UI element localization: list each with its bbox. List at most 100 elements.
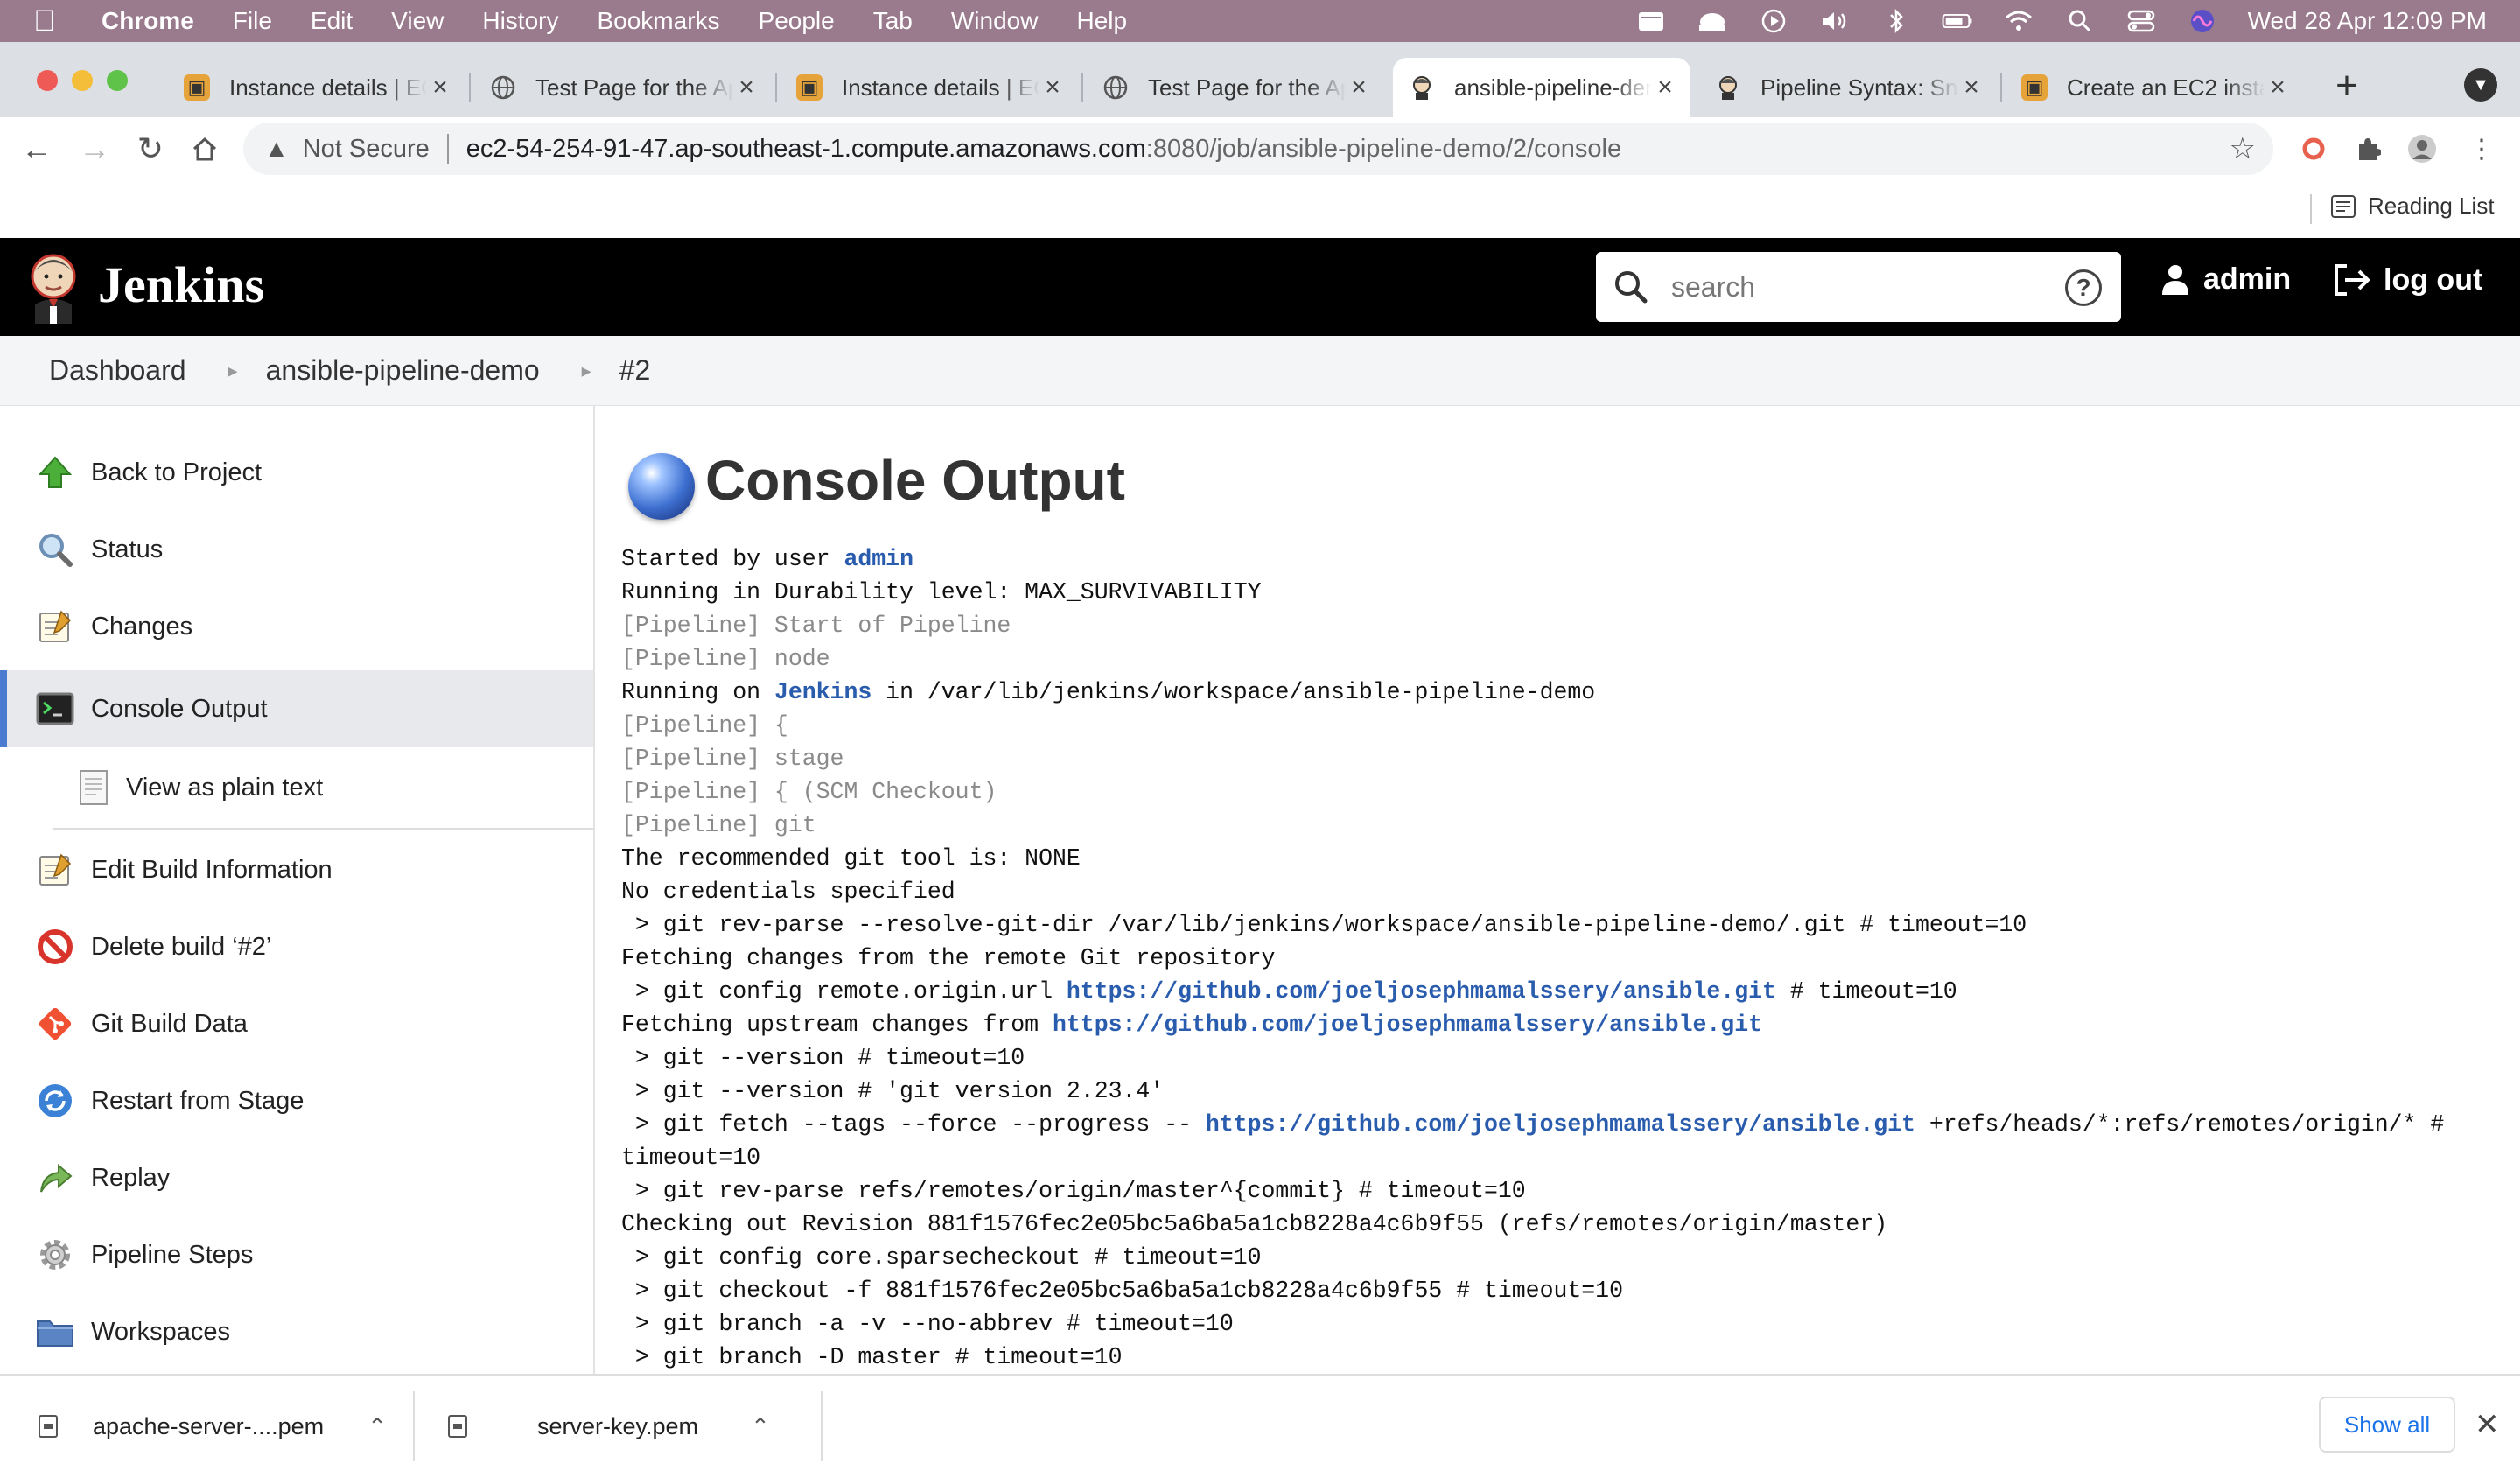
sidebar-item-delete-build[interactable]: Delete build ‘#2’ [0,908,593,985]
sidebar-item-changes[interactable]: Changes [0,588,593,665]
forward-arrow-icon[interactable]: → [75,130,114,168]
console-link[interactable]: Jenkins [774,679,872,705]
tab-ansible-pipeline-demo[interactable]: ansible-pipeline-demo × [1393,58,1690,117]
bookmarks-bar: Reading List [0,180,2520,238]
url-path[interactable]: :8080/job/ansible-pipeline-demo/2/consol… [1146,135,1621,164]
volume-icon[interactable] [1819,9,1851,33]
reload-icon[interactable]: ↻ [131,130,170,168]
close-window-button[interactable] [37,70,58,91]
breadcrumb-job[interactable]: ansible-pipeline-demo [266,354,540,387]
wifi-icon[interactable] [2003,9,2034,33]
spotlight-search-icon[interactable] [2064,9,2096,33]
menu-edit[interactable]: Edit [311,7,353,35]
control-center-icon[interactable] [2125,9,2157,33]
reading-list-button[interactable]: Reading List [2331,192,2495,220]
divider [821,1391,822,1461]
console-link[interactable]: admin [844,546,914,572]
app-menu[interactable]: Chrome [102,7,194,35]
calendar-icon[interactable] [1635,9,1667,33]
menu-people[interactable]: People [759,7,835,35]
no-entry-icon [35,927,75,967]
address-bar[interactable]: ▲ Not Secure ec2-54-254-91-47.ap-southea… [243,122,2273,175]
back-arrow-icon[interactable]: ← [18,130,56,168]
minimize-window-button[interactable] [72,70,93,91]
warning-triangle-icon[interactable]: ▲ [264,135,289,163]
chevron-right-icon[interactable]: ▸ [582,360,592,382]
close-tab-icon[interactable]: × [1652,73,1678,102]
cloud-icon[interactable] [1697,9,1728,33]
tab-instance-details-1[interactable]: ▣ Instance details | EC2 × [168,58,466,117]
chrome-menu-icon[interactable]: ⋮ [2462,130,2501,168]
menu-tab[interactable]: Tab [873,7,913,35]
tab-pipeline-syntax[interactable]: Pipeline Syntax: Snippet × [1699,58,1997,117]
console-link[interactable]: https://github.com/joeljosephmamalssery/… [1053,1012,1762,1038]
chevron-up-icon[interactable]: ⌃ [368,1413,387,1440]
help-icon[interactable]: ? [2065,270,2102,306]
extension-ring-icon[interactable] [2294,130,2333,168]
extensions-puzzle-icon[interactable] [2348,130,2387,168]
console-line: > git branch -D master # timeout=10 [621,1340,2494,1374]
console-line: [Pipeline] git [621,808,2494,842]
close-tab-icon[interactable]: × [1958,73,1984,102]
build-status-ball-icon [628,453,695,520]
chevron-up-icon[interactable]: ⌃ [751,1413,770,1440]
close-tab-icon[interactable]: × [1040,73,1066,102]
breadcrumb-build[interactable]: #2 [620,354,651,387]
logout-link[interactable]: log out [2333,262,2482,298]
search-input[interactable] [1670,261,2037,313]
profile-avatar-icon[interactable] [2403,130,2441,168]
show-all-downloads-button[interactable]: Show all [2319,1396,2455,1452]
download-item[interactable]: apache-server-....pem ⌃ [38,1376,387,1477]
sidebar-item-edit-build-info[interactable]: Edit Build Information [0,831,593,908]
sidebar-item-status[interactable]: Status [0,511,593,588]
bookmark-star-icon[interactable]: ☆ [2230,131,2256,166]
tab-apache-test-page-1[interactable]: Test Page for the Apache × [474,58,772,117]
close-tab-icon[interactable]: × [733,73,760,102]
new-tab-button[interactable]: + [2328,66,2366,105]
breadcrumb-dashboard[interactable]: Dashboard [49,354,186,387]
apple-menu-icon[interactable]:  [33,4,63,38]
menu-file[interactable]: File [233,7,272,35]
sidebar-item-pipeline-steps[interactable]: Pipeline Steps [0,1216,593,1293]
security-status[interactable]: Not Secure [303,135,430,164]
jenkins-logo-icon[interactable] [26,250,80,324]
play-circle-icon[interactable] [1758,9,1789,33]
home-icon[interactable] [186,130,224,168]
tab-create-ec2-instance[interactable]: ▣ Create an EC2 instance × [2006,58,2303,117]
console-text: > git branch -D master # timeout=10 [621,1344,1123,1370]
url-host[interactable]: ec2-54-254-91-47.ap-southeast-1.compute.… [466,135,1146,164]
sidebar-item-console-output[interactable]: Console Output [0,670,593,747]
tab-instance-details-2[interactable]: ▣ Instance details | EC2 × [780,58,1078,117]
jenkins-title[interactable]: Jenkins [98,256,264,314]
menu-bookmarks[interactable]: Bookmarks [597,7,719,35]
menu-history[interactable]: History [482,7,558,35]
tab-apache-test-page-2[interactable]: Test Page for the Apache × [1087,58,1384,117]
menu-view[interactable]: View [391,7,444,35]
menu-help[interactable]: Help [1076,7,1127,35]
console-text: The recommended git tool is: NONE [621,845,1081,872]
close-tab-icon[interactable]: × [1346,73,1372,102]
sidebar-item-restart-from-stage[interactable]: Restart from Stage [0,1062,593,1139]
chevron-right-icon[interactable]: ▸ [228,360,238,382]
sidebar-item-replay[interactable]: Replay [0,1139,593,1216]
zoom-window-button[interactable] [107,70,128,91]
battery-icon[interactable] [1942,9,1973,33]
sidebar-item-back-to-project[interactable]: Back to Project [0,434,593,511]
siri-icon[interactable] [2187,9,2218,33]
close-tab-icon[interactable]: × [427,73,453,102]
clock[interactable]: Wed 28 Apr 12:09 PM [2248,7,2487,35]
console-text: Running on [621,679,774,705]
user-link[interactable]: admin [2160,262,2291,297]
close-tab-icon[interactable]: × [2264,73,2291,102]
tab-search-icon[interactable]: ▼ [2464,68,2497,102]
console-link[interactable]: https://github.com/joeljosephmamalssery/… [1067,978,1776,1004]
menu-window[interactable]: Window [951,7,1039,35]
download-item[interactable]: server-key.pem ⌃ [448,1376,770,1477]
close-icon[interactable]: ✕ [2474,1407,2500,1442]
sidebar-item-view-plain-text[interactable]: View as plain text [0,749,593,826]
bluetooth-icon[interactable] [1880,8,1912,34]
pipeline-step-text: [Pipeline] git [621,812,816,838]
console-link[interactable]: https://github.com/joeljosephmamalssery/… [1206,1111,1915,1138]
sidebar-item-git-build-data[interactable]: Git Build Data [0,985,593,1062]
sidebar-item-workspaces[interactable]: Workspaces [0,1293,593,1370]
